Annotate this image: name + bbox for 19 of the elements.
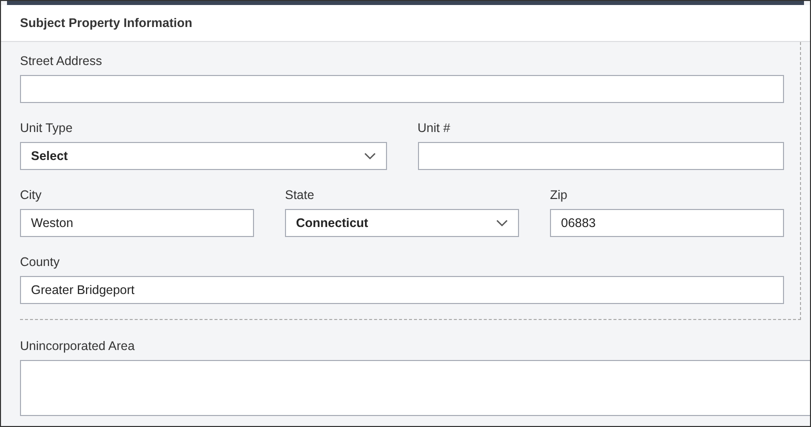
dropdown[interactable]: Connecticut	[285, 209, 519, 237]
field-label: City	[20, 187, 43, 203]
text-field[interactable]: 06883	[550, 209, 784, 237]
text-field[interactable]: Greater Bridgeport	[20, 276, 784, 304]
text-field[interactable]: Weston	[20, 209, 254, 237]
text-field[interactable]	[418, 142, 784, 170]
field-label: Street Address	[20, 53, 103, 69]
field-label: Unit Type	[20, 120, 74, 136]
chevron-down-icon	[364, 152, 376, 160]
text-area[interactable]	[20, 360, 810, 416]
field-label: County	[20, 254, 61, 270]
field-label: State	[285, 187, 316, 203]
dropdown[interactable]: Select	[20, 142, 386, 170]
field-label: Zip	[550, 187, 568, 203]
field-label: Unincorporated Area	[20, 338, 136, 354]
text-field[interactable]	[20, 75, 784, 103]
section-title: Subject Property Information	[20, 16, 192, 30]
chevron-down-icon	[496, 219, 508, 227]
field-label: Unit #	[418, 120, 452, 136]
